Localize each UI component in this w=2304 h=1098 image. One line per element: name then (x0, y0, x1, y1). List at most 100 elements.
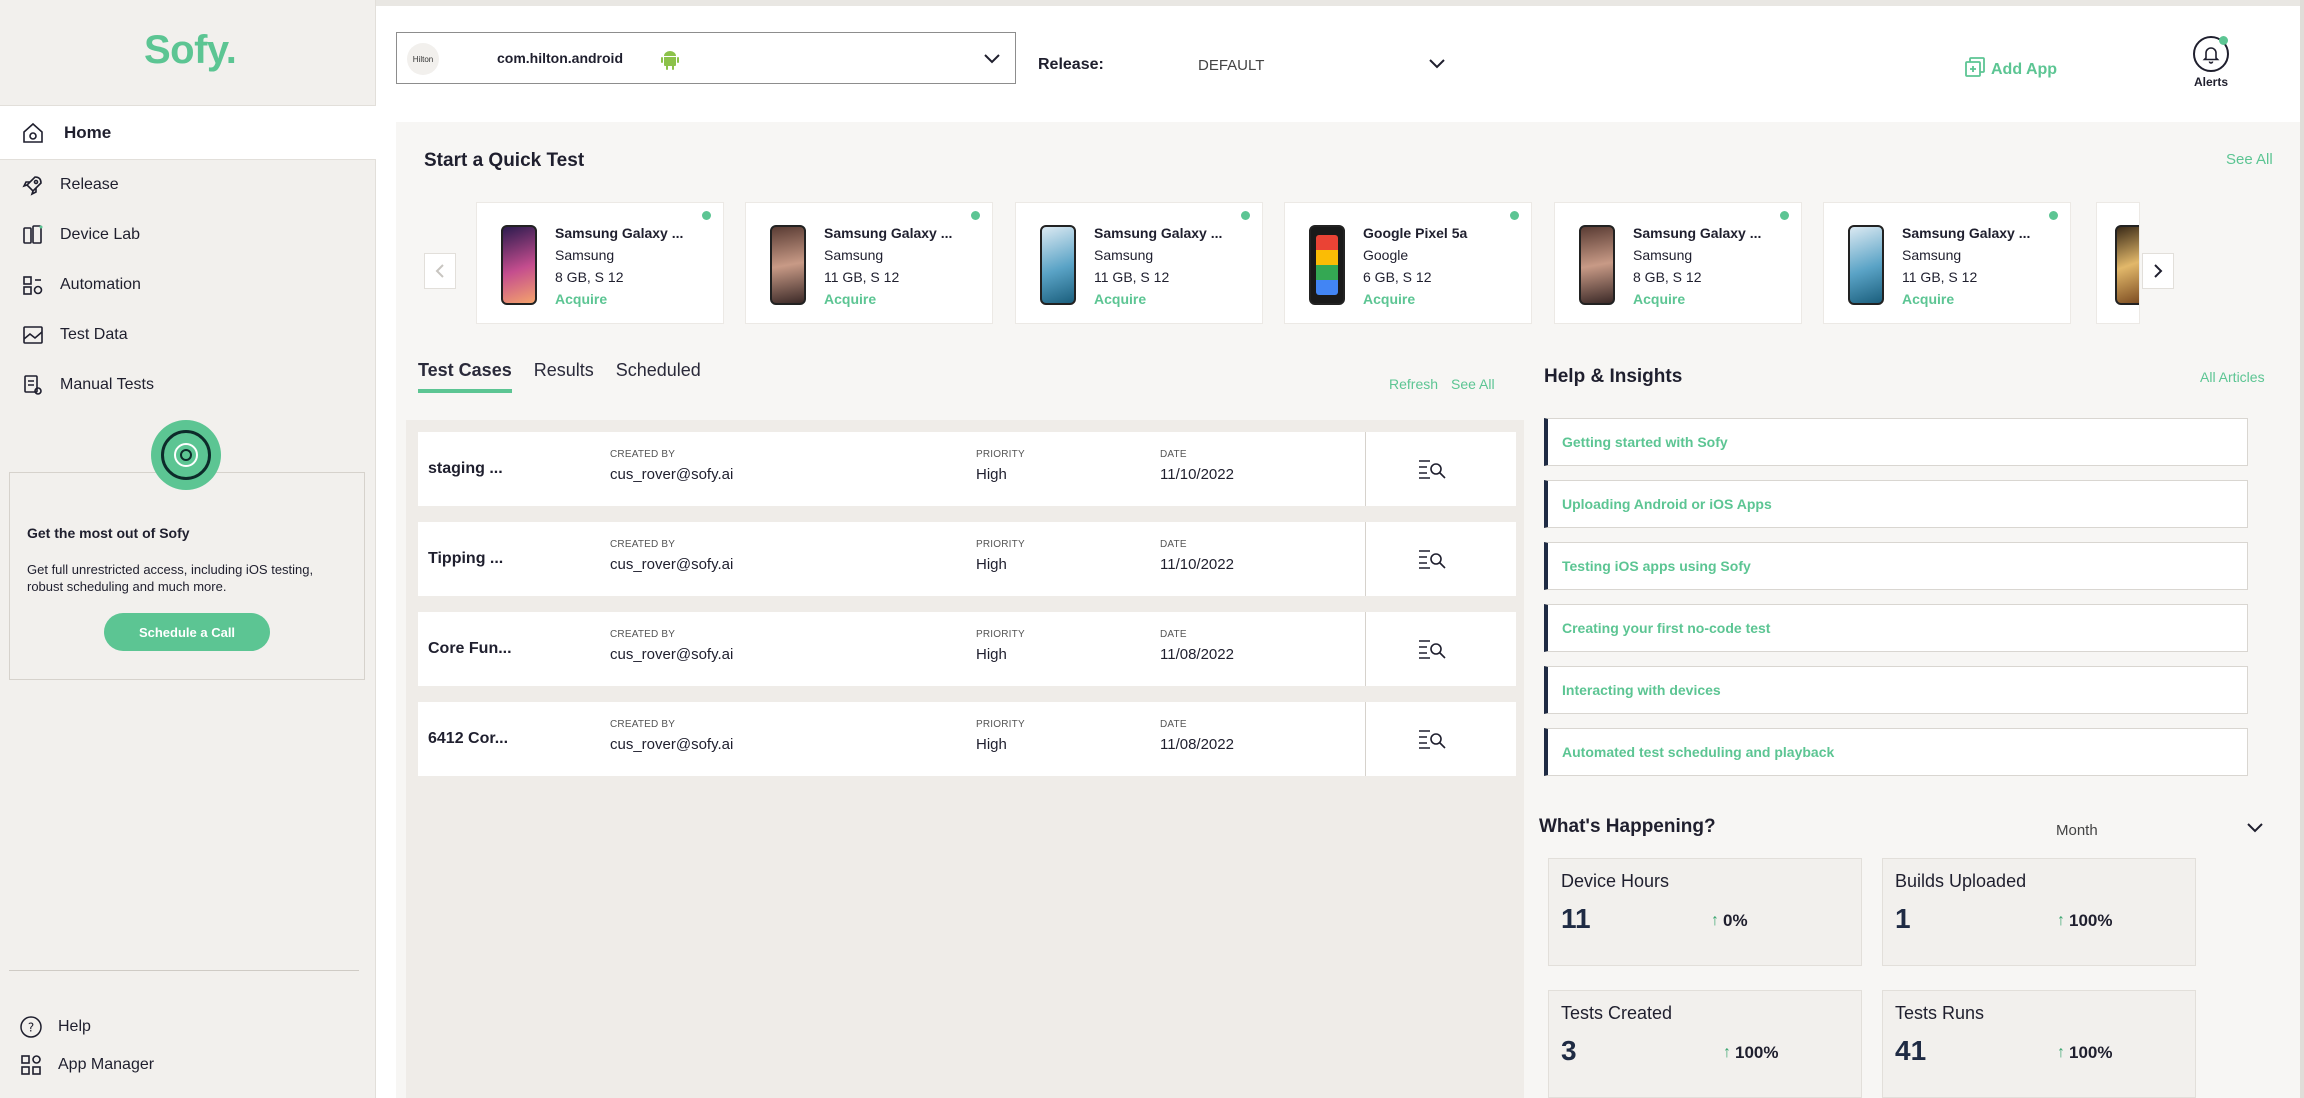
device-spec: 8 GB, S 12 (555, 269, 624, 285)
stat-change-value: 100% (2069, 911, 2113, 930)
priority-value: High (976, 736, 1007, 753)
test-name: staging ... (428, 460, 503, 477)
acquire-link[interactable]: Acquire (824, 291, 876, 307)
acquire-link[interactable]: Acquire (1094, 291, 1146, 307)
svg-text:?: ? (28, 1021, 34, 1035)
availability-dot (2049, 211, 2058, 220)
chevron-down-icon[interactable] (1428, 56, 1446, 75)
device-brand: Google (1363, 247, 1409, 263)
article-link[interactable]: Creating your first no-code test (1544, 604, 2248, 652)
add-app-label: Add App (1991, 60, 2058, 78)
acquire-link[interactable]: Acquire (1902, 291, 1954, 307)
all-articles-link[interactable]: All Articles (2200, 369, 2265, 385)
sidebar-item-manual-tests[interactable]: Manual Tests (0, 360, 376, 410)
article-link[interactable]: Testing iOS apps using Sofy (1544, 542, 2248, 590)
table-row[interactable]: Tipping ... CREATED BY cus_rover@sofy.ai… (418, 522, 1516, 596)
created-by-value: cus_rover@sofy.ai (610, 736, 734, 753)
device-card-partial[interactable] (2096, 202, 2140, 324)
acquire-link[interactable]: Acquire (1633, 291, 1685, 307)
device-card[interactable]: Samsung Galaxy ... Samsung 8 GB, S 12 Ac… (476, 202, 724, 324)
app-name: com.hilton.android (497, 50, 623, 66)
device-card[interactable]: Samsung Galaxy ... Samsung 8 GB, S 12 Ac… (1554, 202, 1802, 324)
view-details-icon[interactable] (1418, 548, 1446, 575)
test-name: Core Fun... (428, 640, 512, 657)
tab-results[interactable]: Results (534, 358, 594, 393)
sidebar-divider (9, 970, 359, 971)
sidebar-item-home[interactable]: Home (0, 105, 376, 160)
acquire-link[interactable]: Acquire (1363, 291, 1415, 307)
carousel-prev-button[interactable] (424, 253, 456, 289)
stat-card-tests-runs: Tests Runs 41 ↑ 100% (1882, 990, 2196, 1098)
view-details-icon[interactable] (1418, 638, 1446, 665)
phone-image (770, 225, 806, 305)
sidebar-bottom: ? Help App Manager (0, 1008, 376, 1084)
sidebar-item-label: Help (58, 1018, 91, 1035)
device-card[interactable]: Samsung Galaxy ... Samsung 11 GB, S 12 A… (1823, 202, 2071, 324)
release-select[interactable]: DEFAULT (1198, 57, 1264, 74)
schedule-call-button[interactable]: Schedule a Call (104, 613, 270, 651)
priority-value: High (976, 646, 1007, 663)
device-spec: 11 GB, S 12 (1902, 269, 1978, 285)
sidebar-item-test-data[interactable]: Test Data (0, 310, 376, 360)
row-divider (1365, 702, 1366, 776)
sidebar-item-release[interactable]: Release (0, 160, 376, 210)
test-cases-see-all-link[interactable]: See All (1451, 376, 1495, 392)
stat-title: Tests Runs (1895, 1003, 1985, 1023)
device-name: Google Pixel 5a (1363, 225, 1468, 241)
manual-tests-icon (20, 372, 46, 398)
alerts-button[interactable]: Alerts (2176, 36, 2246, 89)
device-card[interactable]: Google Pixel 5a Google 6 GB, S 12 Acquir… (1284, 202, 1532, 324)
app-manager-icon (18, 1052, 44, 1078)
stat-card-device-hours: Device Hours 11 ↑ 0% (1548, 858, 1862, 966)
priority-label: PRIORITY (976, 629, 1025, 640)
priority-label: PRIORITY (976, 539, 1025, 550)
table-row[interactable]: 6412 Cor... CREATED BY cus_rover@sofy.ai… (418, 702, 1516, 776)
quick-test-see-all-link[interactable]: See All (2226, 151, 2273, 168)
view-details-icon[interactable] (1418, 728, 1446, 755)
stat-value: 11 (1561, 903, 1591, 934)
table-row[interactable]: staging ... CREATED BY cus_rover@sofy.ai… (418, 432, 1516, 506)
created-by-value: cus_rover@sofy.ai (610, 466, 734, 483)
date-label: DATE (1160, 719, 1187, 730)
article-link[interactable]: Uploading Android or iOS Apps (1544, 480, 2248, 528)
sidebar-item-help[interactable]: ? Help (0, 1008, 376, 1046)
sidebar: Sofy. Home Release Device Lab Automation (0, 0, 376, 1098)
sofy-logo[interactable]: Sofy. (144, 28, 237, 73)
device-brand: Samsung (1633, 247, 1693, 263)
device-name: Samsung Galaxy ... (824, 225, 953, 241)
view-details-icon[interactable] (1418, 458, 1446, 485)
device-card[interactable]: Samsung Galaxy ... Samsung 11 GB, S 12 A… (1015, 202, 1263, 324)
chevron-down-icon[interactable] (2246, 820, 2264, 839)
priority-value: High (976, 556, 1007, 573)
date-value: 11/10/2022 (1160, 556, 1234, 573)
stat-card-tests-created: Tests Created 3 ↑ 100% (1548, 990, 1862, 1098)
period-select[interactable]: Month (2056, 822, 2098, 839)
phone-image (2115, 225, 2139, 305)
phone-image (501, 225, 537, 305)
app-selector[interactable]: Hilton com.hilton.android (396, 32, 1016, 84)
devices-icon (20, 222, 46, 248)
sidebar-item-app-manager[interactable]: App Manager (0, 1046, 376, 1084)
sidebar-item-device-lab[interactable]: Device Lab (0, 210, 376, 260)
article-link[interactable]: Interacting with devices (1544, 666, 2248, 714)
article-link[interactable]: Automated test scheduling and playback (1544, 728, 2248, 776)
rocket-icon (20, 172, 46, 198)
page-scrollbar[interactable] (2300, 0, 2304, 1098)
tab-scheduled[interactable]: Scheduled (616, 358, 701, 393)
device-card[interactable]: Samsung Galaxy ... Samsung 11 GB, S 12 A… (745, 202, 993, 324)
automation-icon (20, 272, 46, 298)
table-row[interactable]: Core Fun... CREATED BY cus_rover@sofy.ai… (418, 612, 1516, 686)
sidebar-item-automation[interactable]: Automation (0, 260, 376, 310)
refresh-link[interactable]: Refresh (1389, 376, 1438, 392)
availability-dot (971, 211, 980, 220)
chevron-down-icon[interactable] (983, 51, 1001, 70)
carousel-next-button[interactable] (2142, 253, 2174, 289)
created-by-label: CREATED BY (610, 719, 676, 730)
add-app-button[interactable]: Add App (1964, 56, 2057, 83)
test-name: 6412 Cor... (428, 730, 509, 747)
article-link[interactable]: Getting started with Sofy (1544, 418, 2248, 466)
acquire-link[interactable]: Acquire (555, 291, 607, 307)
date-label: DATE (1160, 449, 1187, 460)
device-brand: Samsung (1902, 247, 1962, 263)
tab-test-cases[interactable]: Test Cases (418, 358, 512, 393)
